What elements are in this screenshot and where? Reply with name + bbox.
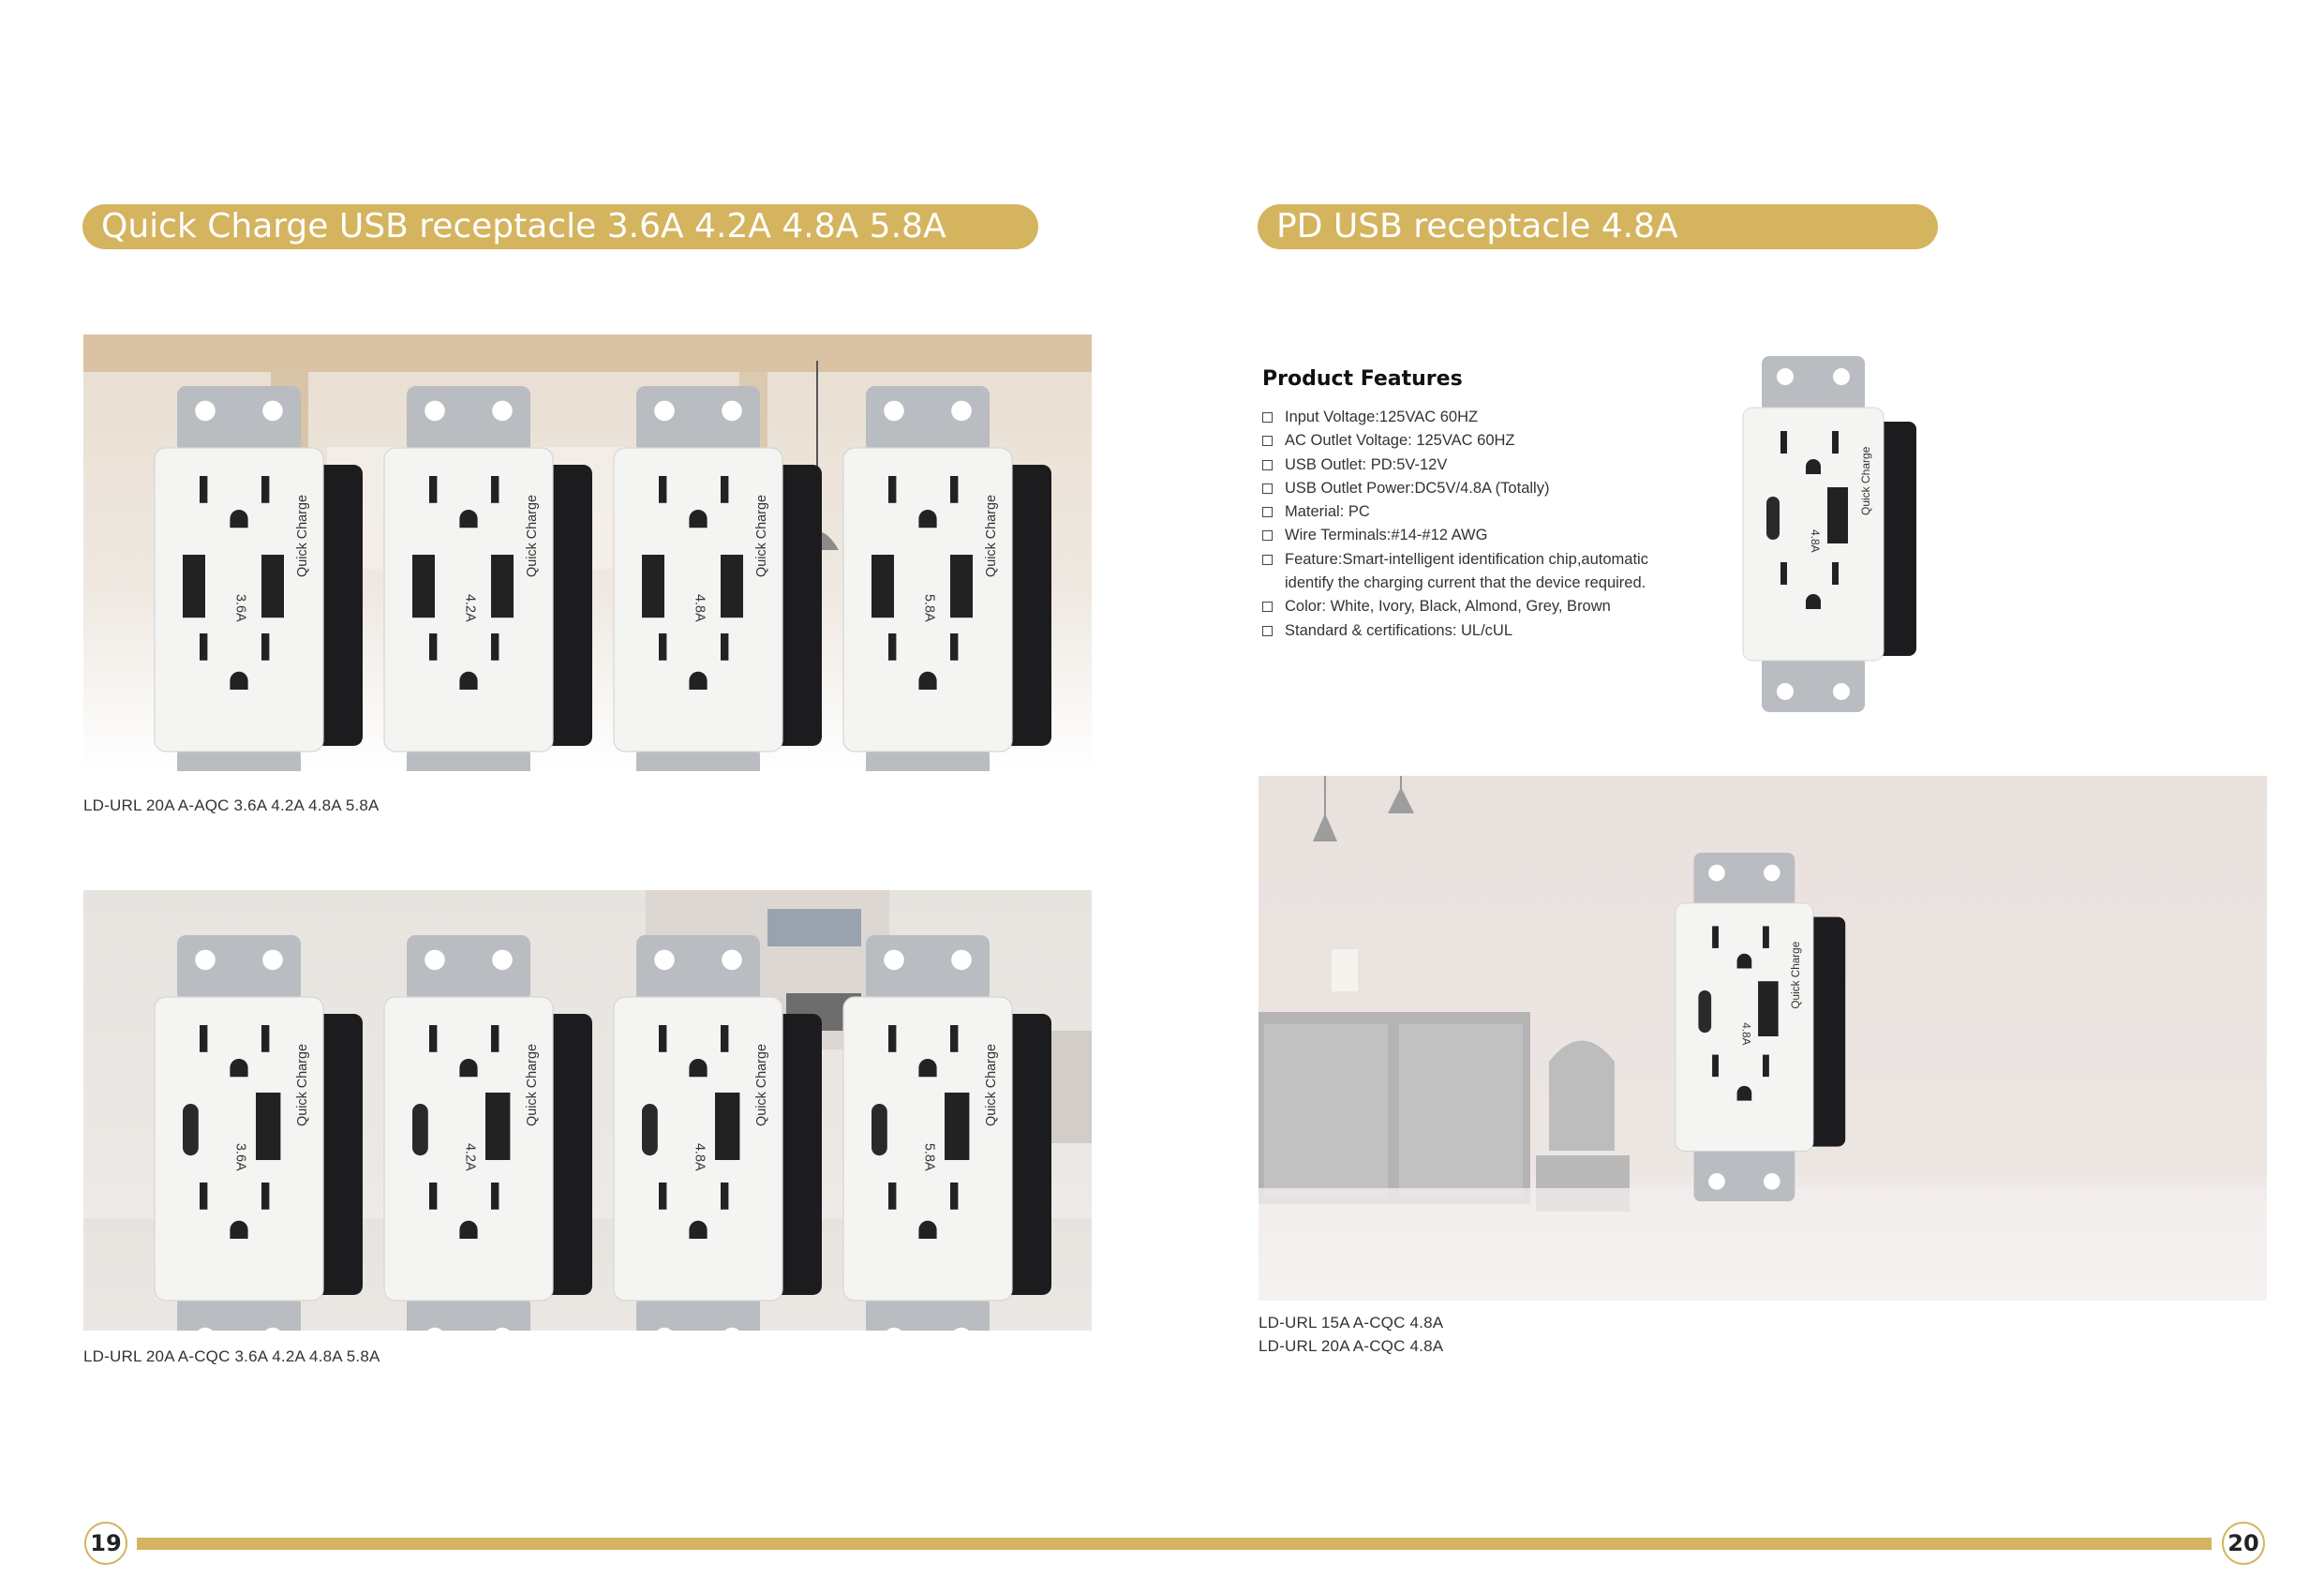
outlet-brand-label: Quick Charge [754, 495, 769, 577]
outlet-brand-label: Quick Charge [754, 1044, 769, 1126]
checkbox-icon [1262, 436, 1273, 447]
caption-bottom-left: LD-URL 20A A-CQC 3.6A 4.2A 4.8A 5.8A [83, 1347, 380, 1365]
feature-item: Input Voltage:125VAC 60HZ [1262, 406, 1656, 429]
feature-item: Standard & certifications: UL/cUL [1262, 619, 1656, 643]
feature-item: Wire Terminals:#14-#12 AWG [1262, 524, 1656, 547]
product-photo-right: 4.8A Quick Charge [1259, 776, 2267, 1301]
page-number-left: 19 [84, 1522, 127, 1565]
caption-right-2: LD-URL 20A A-CQC 4.8A [1259, 1337, 1444, 1355]
right-section-heading: PD USB receptacle 4.8A [1258, 204, 1938, 249]
receptacle-image: 4.8A Quick Charge [613, 935, 822, 1331]
outlet-rating-label: 3.6A [233, 594, 248, 622]
outlet-rating-label: 4.8A [693, 1143, 708, 1171]
feature-item: Material: PC [1262, 500, 1656, 524]
outlet-brand-label: Quick Charge [1790, 941, 1802, 1008]
checkbox-icon [1262, 507, 1273, 518]
outlet-rating-label: 4.8A [1739, 1022, 1751, 1045]
outlet-brand-label: Quick Charge [1859, 446, 1872, 515]
receptacle-image: 4.8A Quick Charge [1742, 356, 1916, 712]
outlet-brand-label: Quick Charge [295, 1044, 310, 1126]
footer-rule [137, 1538, 2212, 1550]
checkbox-icon [1262, 483, 1273, 494]
caption-top-left: LD-URL 20A A-AQC 3.6A 4.2A 4.8A 5.8A [83, 796, 380, 814]
product-photo-bottom-left: 3.6A Quick Charge 4.2A Quick Charge 4.8A Quic… [83, 890, 1092, 1331]
feature-item: USB Outlet: PD:5V-12V [1262, 454, 1656, 477]
outlet-rating-label: 4.2A [463, 1143, 478, 1171]
receptacle-image: 4.8A Quick Charge [1675, 853, 1846, 1202]
receptacle-image: 3.6A Quick Charge [154, 386, 363, 771]
checkbox-icon [1262, 625, 1273, 636]
outlet-rating-label: 5.8A [922, 594, 937, 622]
product-photo-top-left: 3.6A Quick Charge 4.2A Quick Charge 4.8A Quic… [83, 335, 1092, 771]
outlet-brand-label: Quick Charge [984, 495, 999, 577]
receptacle-image: 4.2A Quick Charge [383, 386, 592, 771]
checkbox-icon [1262, 602, 1273, 613]
product-features: Product Features Input Voltage:125VAC 60… [1262, 367, 1656, 643]
receptacle-image: 5.8A Quick Charge [842, 935, 1051, 1331]
feature-item: AC Outlet Voltage: 125VAC 60HZ [1262, 429, 1656, 453]
checkbox-icon [1262, 459, 1273, 470]
page-number-right: 20 [2222, 1522, 2265, 1565]
left-section-heading: Quick Charge USB receptacle 3.6A 4.2A 4.… [82, 204, 1038, 249]
checkbox-icon [1262, 530, 1273, 542]
feature-item: Color: White, Ivory, Black, Almond, Grey… [1262, 595, 1656, 618]
outlet-rating-label: 5.8A [922, 1143, 937, 1171]
features-list: Input Voltage:125VAC 60HZ AC Outlet Volt… [1262, 406, 1656, 643]
outlet-brand-label: Quick Charge [984, 1044, 999, 1126]
outlet-rating-label: 4.8A [1809, 529, 1822, 553]
features-title: Product Features [1262, 367, 1463, 391]
outlet-rating-label: 4.2A [463, 594, 478, 622]
receptacle-image: 4.2A Quick Charge [383, 935, 592, 1331]
outlet-rating-label: 3.6A [233, 1143, 248, 1171]
feature-item: Feature:Smart-intelligent identification… [1262, 548, 1656, 596]
outlet-rating-label: 4.8A [693, 594, 708, 622]
receptacle-image: 4.8A Quick Charge [613, 386, 822, 771]
outlet-brand-label: Quick Charge [525, 1044, 540, 1126]
receptacle-image: 5.8A Quick Charge [842, 386, 1051, 771]
outlet-brand-label: Quick Charge [525, 495, 540, 577]
checkbox-icon [1262, 554, 1273, 565]
outlet-brand-label: Quick Charge [295, 495, 310, 577]
caption-right-1: LD-URL 15A A-CQC 4.8A [1259, 1314, 1444, 1332]
receptacle-image: 3.6A Quick Charge [154, 935, 363, 1331]
product-image-single: 4.8A Quick Charge [1734, 351, 1940, 712]
feature-item: USB Outlet Power:DC5V/4.8A (Totally) [1262, 477, 1656, 500]
checkbox-icon [1262, 412, 1273, 423]
